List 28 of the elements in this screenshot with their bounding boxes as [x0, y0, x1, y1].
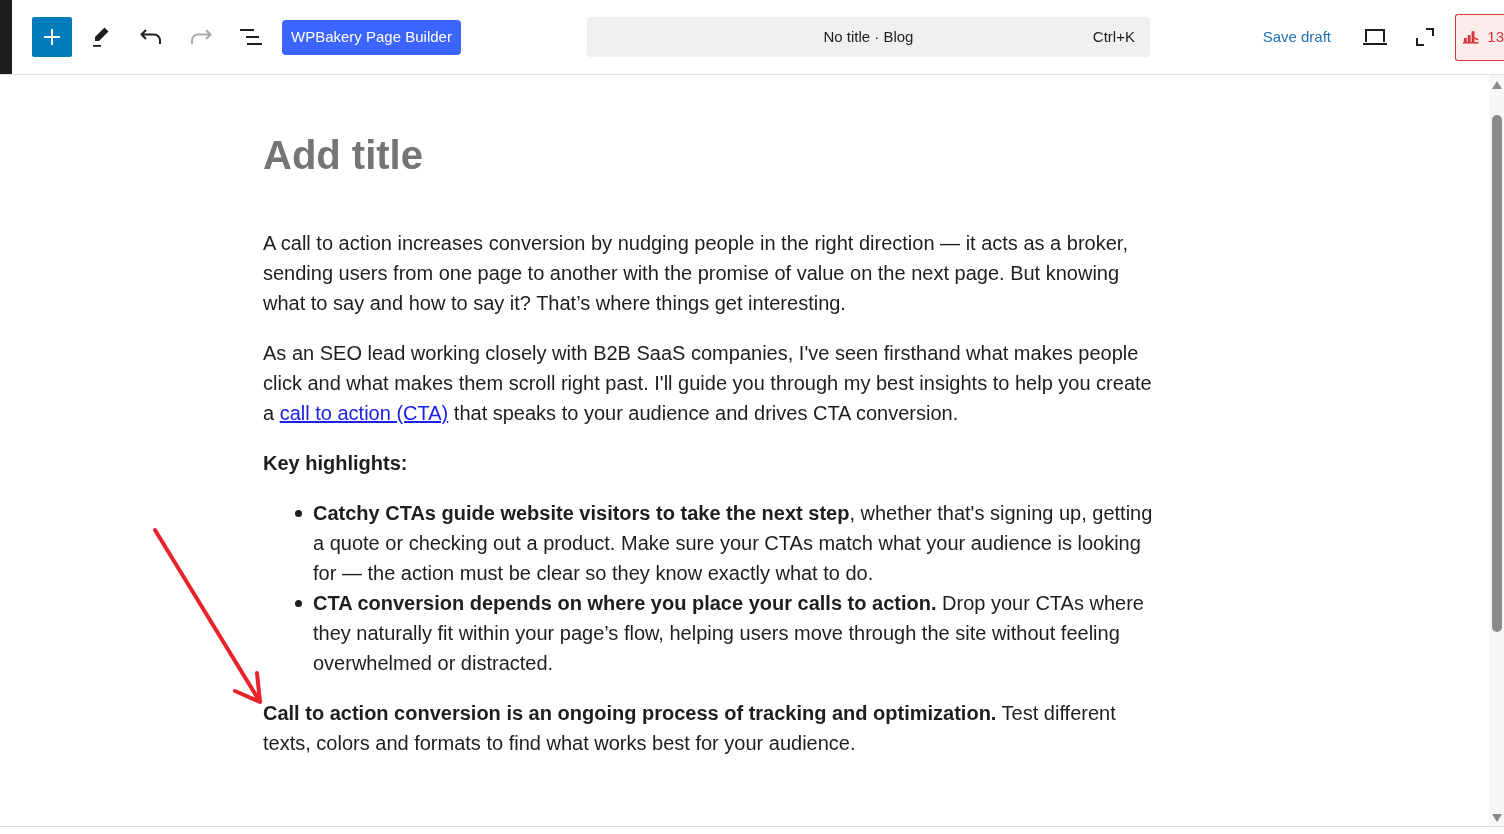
- plus-icon: [43, 28, 61, 46]
- paragraph: Call to action conversion is an ongoing process of tracking and optimization. Test different texts, colors and formats to find what works best for your audience.: [263, 701, 1117, 756]
- fullscreen-icon: [1416, 28, 1434, 46]
- scroll-up-icon[interactable]: [1491, 81, 1502, 89]
- link[interactable]: call to action (CTA): [279, 402, 449, 424]
- add-block-button[interactable]: [32, 17, 72, 57]
- bullet-icon: [295, 600, 302, 607]
- document-title: No title · Blog: [823, 26, 914, 47]
- scrollbar-thumb[interactable]: [1491, 115, 1502, 632]
- bullet-icon: [295, 510, 302, 517]
- redo-icon: [190, 29, 212, 45]
- list-icon: [239, 28, 263, 46]
- command-bar[interactable]: No title · Blog Ctrl+K: [586, 17, 1150, 57]
- laptop-icon: [1362, 28, 1388, 46]
- save-draft-button[interactable]: Save draft: [1256, 19, 1337, 55]
- paragraph: Key highlights:: [263, 451, 409, 476]
- title-field[interactable]: Add title: [263, 131, 1163, 179]
- pen-icon: [91, 26, 111, 48]
- seo-score-badge[interactable]: 13: [1455, 13, 1504, 61]
- list-item: CTA conversion depends on where you place your calls to action. Drop your CTAs where they naturally fit within your page’s flow, helping users move through the site without feeling overwhelmed or distracted.: [313, 591, 1145, 676]
- paragraph: As an SEO lead working closely with B2B SaaS companies, I've seen firsthand what makes people click and what makes them scroll right past. I'll guide you through my best insights to help you create a call to action (CTA) that speaks to your audience and drives CTA conversion.: [263, 341, 1153, 426]
- list-item: Catchy CTAs guide website visitors to take the next step, whether that's signing up, getting a quote or checking out a product. Make sure your CTAs match what your audience is looking for — the action must be clear so they know exactly what to do.: [313, 501, 1154, 586]
- shortcut-text: Ctrl+K: [1092, 26, 1135, 47]
- page-builder-button[interactable]: WPBakery Page Builder: [282, 19, 461, 55]
- undo-icon: [140, 29, 162, 45]
- bar-chart-icon: [1462, 30, 1480, 44]
- scroll-down-icon[interactable]: [1491, 814, 1502, 822]
- paragraph: A call to action increases conversion by nudging people in the right direction — it acts as a broker, sending users from one page to another with the promise of value on the next page. But knowing what to say and how to say it? That’s where things get interesting.: [263, 231, 1129, 316]
